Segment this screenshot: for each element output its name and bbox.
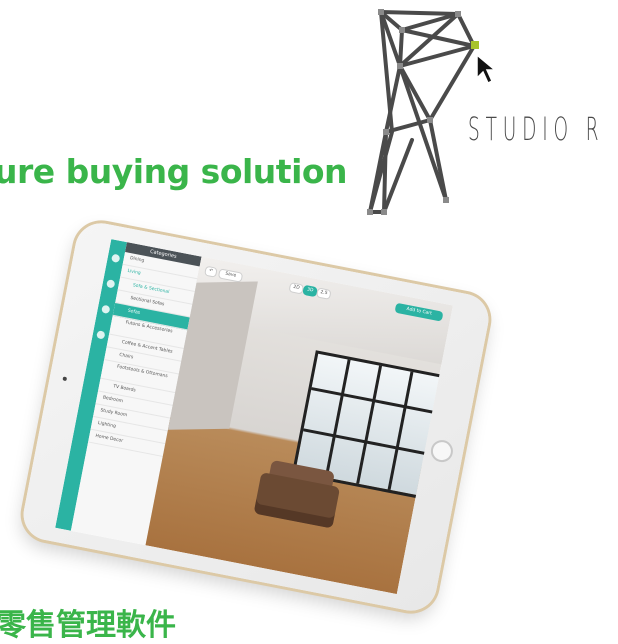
tablet-screen: Categories Dining Living Sofa & Sectiona… bbox=[55, 239, 453, 595]
rail-icon[interactable] bbox=[96, 330, 106, 340]
camera-dot bbox=[62, 376, 68, 382]
chinese-caption: 零售管理軟件 bbox=[0, 608, 176, 643]
rail-icon[interactable] bbox=[106, 279, 116, 289]
headline: ure buying solution bbox=[0, 152, 348, 191]
home-button bbox=[429, 438, 455, 464]
brand-name: STUDIO R bbox=[468, 110, 605, 148]
rail-icon[interactable] bbox=[101, 304, 111, 315]
rail-icon[interactable] bbox=[111, 253, 121, 264]
tablet-device: Categories Dining Living Sofa & Sectiona… bbox=[19, 218, 493, 616]
3d-room-view[interactable]: ↶ Save 2D 3D 2.5 Add to Cart bbox=[145, 256, 453, 595]
mouse-cursor-icon bbox=[476, 53, 498, 85]
